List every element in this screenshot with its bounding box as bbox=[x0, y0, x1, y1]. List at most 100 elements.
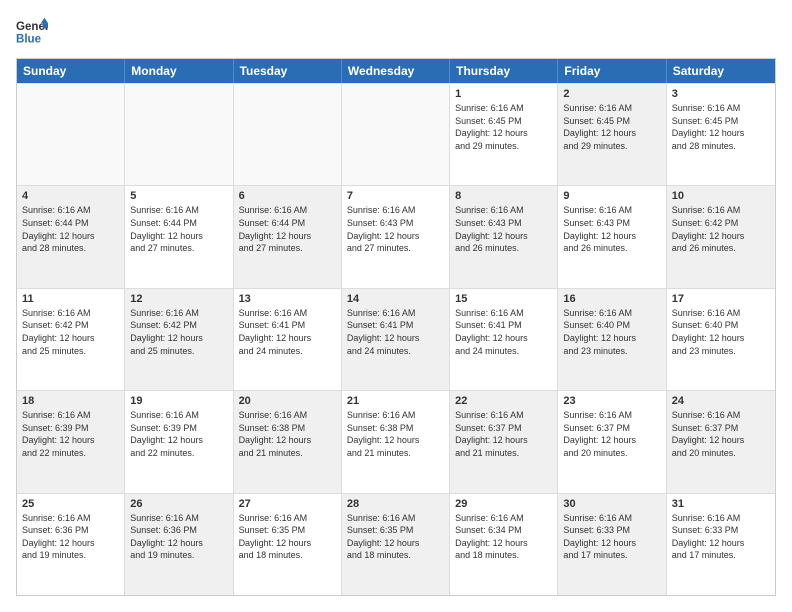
day-info: Sunrise: 6:16 AM Sunset: 6:42 PM Dayligh… bbox=[130, 307, 227, 357]
day-info: Sunrise: 6:16 AM Sunset: 6:43 PM Dayligh… bbox=[563, 204, 660, 254]
calendar-cell bbox=[17, 84, 125, 185]
weekday-header: Thursday bbox=[450, 59, 558, 83]
calendar-cell: 9 Sunrise: 6:16 AM Sunset: 6:43 PM Daylig… bbox=[558, 186, 666, 287]
logo-icon: General Blue bbox=[16, 16, 48, 48]
day-info: Sunrise: 6:16 AM Sunset: 6:33 PM Dayligh… bbox=[563, 512, 660, 562]
day-number: 28 bbox=[347, 498, 444, 510]
day-info: Sunrise: 6:16 AM Sunset: 6:35 PM Dayligh… bbox=[239, 512, 336, 562]
day-number: 25 bbox=[22, 498, 119, 510]
calendar-cell: 31Sunrise: 6:16 AM Sunset: 6:33 PM Dayli… bbox=[667, 494, 775, 595]
calendar-cell: 11 Sunrise: 6:16 AM Sunset: 6:42 PM Dayli… bbox=[17, 289, 125, 390]
day-number: 22 bbox=[455, 395, 552, 407]
calendar-cell: 27Sunrise: 6:16 AM Sunset: 6:35 PM Dayli… bbox=[234, 494, 342, 595]
calendar-cell: 19Sunrise: 6:16 AM Sunset: 6:39 PM Dayli… bbox=[125, 391, 233, 492]
day-number: 4 bbox=[22, 190, 119, 202]
day-info: Sunrise: 6:16 AM Sunset: 6:35 PM Dayligh… bbox=[347, 512, 444, 562]
day-info: Sunrise: 6:16 AM Sunset: 6:40 PM Dayligh… bbox=[563, 307, 660, 357]
weekday-header: Saturday bbox=[667, 59, 775, 83]
day-info: Sunrise: 6:16 AM Sunset: 6:39 PM Dayligh… bbox=[130, 409, 227, 459]
day-number: 1 bbox=[455, 88, 552, 100]
day-number: 5 bbox=[130, 190, 227, 202]
day-info: Sunrise: 6:16 AM Sunset: 6:45 PM Dayligh… bbox=[563, 102, 660, 152]
day-number: 11 bbox=[22, 293, 119, 305]
day-info: Sunrise: 6:16 AM Sunset: 6:44 PM Dayligh… bbox=[239, 204, 336, 254]
calendar-cell bbox=[125, 84, 233, 185]
day-number: 9 bbox=[563, 190, 660, 202]
calendar-cell: 15Sunrise: 6:16 AM Sunset: 6:41 PM Dayli… bbox=[450, 289, 558, 390]
day-info: Sunrise: 6:16 AM Sunset: 6:45 PM Dayligh… bbox=[455, 102, 552, 152]
calendar-cell: 5 Sunrise: 6:16 AM Sunset: 6:44 PM Daylig… bbox=[125, 186, 233, 287]
weekday-header: Monday bbox=[125, 59, 233, 83]
day-number: 13 bbox=[239, 293, 336, 305]
calendar-week-row: 11 Sunrise: 6:16 AM Sunset: 6:42 PM Dayli… bbox=[17, 288, 775, 390]
calendar-cell: 1 Sunrise: 6:16 AM Sunset: 6:45 PM Daylig… bbox=[450, 84, 558, 185]
calendar-cell bbox=[234, 84, 342, 185]
calendar-cell: 17Sunrise: 6:16 AM Sunset: 6:40 PM Dayli… bbox=[667, 289, 775, 390]
day-number: 21 bbox=[347, 395, 444, 407]
calendar-body: 1 Sunrise: 6:16 AM Sunset: 6:45 PM Daylig… bbox=[17, 83, 775, 595]
weekday-header: Wednesday bbox=[342, 59, 450, 83]
calendar-cell: 7 Sunrise: 6:16 AM Sunset: 6:43 PM Daylig… bbox=[342, 186, 450, 287]
calendar-cell: 12 Sunrise: 6:16 AM Sunset: 6:42 PM Dayli… bbox=[125, 289, 233, 390]
day-info: Sunrise: 6:16 AM Sunset: 6:41 PM Dayligh… bbox=[455, 307, 552, 357]
calendar-cell: 8 Sunrise: 6:16 AM Sunset: 6:43 PM Daylig… bbox=[450, 186, 558, 287]
day-info: Sunrise: 6:16 AM Sunset: 6:39 PM Dayligh… bbox=[22, 409, 119, 459]
day-info: Sunrise: 6:16 AM Sunset: 6:37 PM Dayligh… bbox=[455, 409, 552, 459]
day-number: 10 bbox=[672, 190, 770, 202]
calendar-cell: 16 Sunrise: 6:16 AM Sunset: 6:40 PM Dayli… bbox=[558, 289, 666, 390]
day-info: Sunrise: 6:16 AM Sunset: 6:42 PM Dayligh… bbox=[672, 204, 770, 254]
day-number: 14 bbox=[347, 293, 444, 305]
calendar-cell: 24 Sunrise: 6:16 AM Sunset: 6:37 PM Dayli… bbox=[667, 391, 775, 492]
calendar-cell: 25 Sunrise: 6:16 AM Sunset: 6:36 PM Dayli… bbox=[17, 494, 125, 595]
calendar-cell bbox=[342, 84, 450, 185]
calendar-cell: 2 Sunrise: 6:16 AM Sunset: 6:45 PM Daylig… bbox=[558, 84, 666, 185]
day-number: 18 bbox=[22, 395, 119, 407]
calendar-cell: 6 Sunrise: 6:16 AM Sunset: 6:44 PM Daylig… bbox=[234, 186, 342, 287]
day-number: 2 bbox=[563, 88, 660, 100]
day-info: Sunrise: 6:16 AM Sunset: 6:43 PM Dayligh… bbox=[455, 204, 552, 254]
calendar-cell: 18 Sunrise: 6:16 AM Sunset: 6:39 PM Dayli… bbox=[17, 391, 125, 492]
day-info: Sunrise: 6:16 AM Sunset: 6:36 PM Dayligh… bbox=[22, 512, 119, 562]
day-info: Sunrise: 6:16 AM Sunset: 6:38 PM Dayligh… bbox=[347, 409, 444, 459]
day-number: 20 bbox=[239, 395, 336, 407]
day-info: Sunrise: 6:16 AM Sunset: 6:41 PM Dayligh… bbox=[347, 307, 444, 357]
calendar-cell: 26 Sunrise: 6:16 AM Sunset: 6:36 PM Dayli… bbox=[125, 494, 233, 595]
calendar-cell: 22 Sunrise: 6:16 AM Sunset: 6:37 PM Dayli… bbox=[450, 391, 558, 492]
page-header: General Blue bbox=[16, 16, 776, 48]
day-info: Sunrise: 6:16 AM Sunset: 6:43 PM Dayligh… bbox=[347, 204, 444, 254]
calendar: SundayMondayTuesdayWednesdayThursdayFrid… bbox=[16, 58, 776, 596]
calendar-week-row: 4 Sunrise: 6:16 AM Sunset: 6:44 PM Daylig… bbox=[17, 185, 775, 287]
day-number: 3 bbox=[672, 88, 770, 100]
calendar-cell: 23Sunrise: 6:16 AM Sunset: 6:37 PM Dayli… bbox=[558, 391, 666, 492]
day-info: Sunrise: 6:16 AM Sunset: 6:41 PM Dayligh… bbox=[239, 307, 336, 357]
day-number: 8 bbox=[455, 190, 552, 202]
day-number: 24 bbox=[672, 395, 770, 407]
day-info: Sunrise: 6:16 AM Sunset: 6:44 PM Dayligh… bbox=[130, 204, 227, 254]
calendar-cell: 3Sunrise: 6:16 AM Sunset: 6:45 PM Daylig… bbox=[667, 84, 775, 185]
weekday-header: Tuesday bbox=[234, 59, 342, 83]
day-number: 26 bbox=[130, 498, 227, 510]
day-info: Sunrise: 6:16 AM Sunset: 6:44 PM Dayligh… bbox=[22, 204, 119, 254]
day-number: 16 bbox=[563, 293, 660, 305]
calendar-cell: 10 Sunrise: 6:16 AM Sunset: 6:42 PM Dayli… bbox=[667, 186, 775, 287]
day-info: Sunrise: 6:16 AM Sunset: 6:38 PM Dayligh… bbox=[239, 409, 336, 459]
calendar-week-row: 25 Sunrise: 6:16 AM Sunset: 6:36 PM Dayli… bbox=[17, 493, 775, 595]
calendar-cell: 4 Sunrise: 6:16 AM Sunset: 6:44 PM Daylig… bbox=[17, 186, 125, 287]
weekday-header: Friday bbox=[558, 59, 666, 83]
day-info: Sunrise: 6:16 AM Sunset: 6:42 PM Dayligh… bbox=[22, 307, 119, 357]
day-number: 30 bbox=[563, 498, 660, 510]
calendar-cell: 13 Sunrise: 6:16 AM Sunset: 6:41 PM Dayli… bbox=[234, 289, 342, 390]
day-number: 12 bbox=[130, 293, 227, 305]
logo: General Blue bbox=[16, 16, 48, 48]
day-number: 7 bbox=[347, 190, 444, 202]
calendar-cell: 21 Sunrise: 6:16 AM Sunset: 6:38 PM Dayli… bbox=[342, 391, 450, 492]
day-info: Sunrise: 6:16 AM Sunset: 6:36 PM Dayligh… bbox=[130, 512, 227, 562]
day-info: Sunrise: 6:16 AM Sunset: 6:34 PM Dayligh… bbox=[455, 512, 552, 562]
calendar-cell: 29Sunrise: 6:16 AM Sunset: 6:34 PM Dayli… bbox=[450, 494, 558, 595]
calendar-cell: 14 Sunrise: 6:16 AM Sunset: 6:41 PM Dayli… bbox=[342, 289, 450, 390]
day-number: 23 bbox=[563, 395, 660, 407]
day-number: 31 bbox=[672, 498, 770, 510]
day-info: Sunrise: 6:16 AM Sunset: 6:37 PM Dayligh… bbox=[672, 409, 770, 459]
calendar-cell: 28 Sunrise: 6:16 AM Sunset: 6:35 PM Dayli… bbox=[342, 494, 450, 595]
day-number: 6 bbox=[239, 190, 336, 202]
